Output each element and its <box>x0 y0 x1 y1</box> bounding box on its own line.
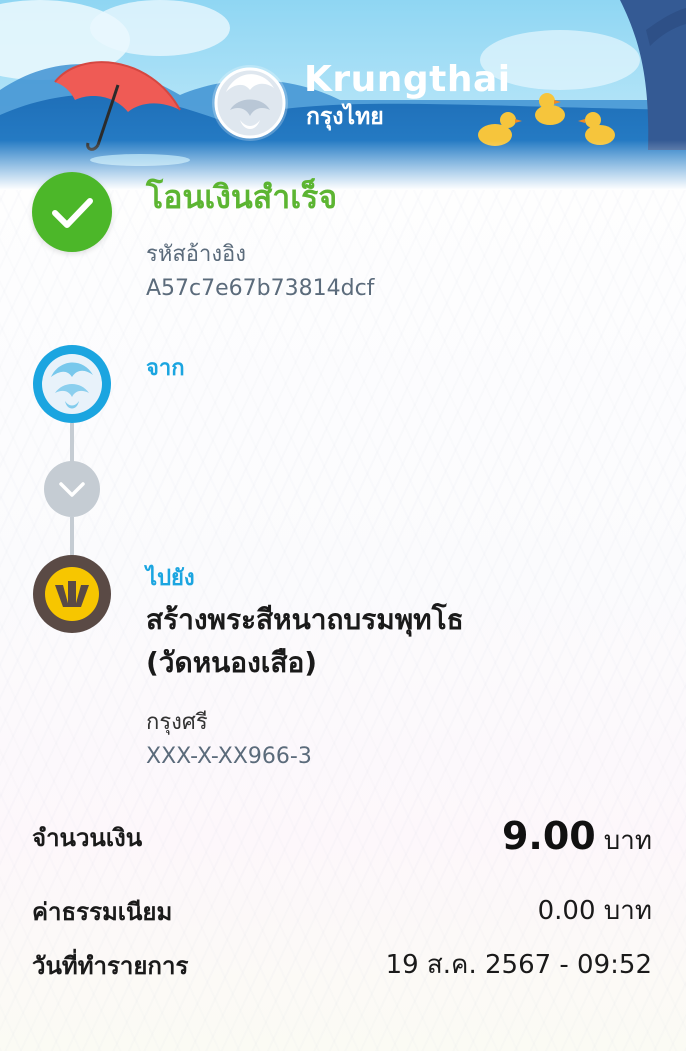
recipient-name-line1: สร้างพระสีหนาถบรมพุทโธ <box>146 603 464 636</box>
date-value: 19 ส.ค. 2567 - 09:52 <box>385 950 652 980</box>
amount-label: จำนวนเงิน <box>32 824 143 852</box>
amount-unit: บาท <box>603 826 652 856</box>
chevron-down-icon <box>59 482 85 497</box>
connector-line-bottom <box>70 517 74 557</box>
date-label: วันที่ทำรายการ <box>32 952 189 980</box>
success-check-icon <box>32 172 112 252</box>
recipient-name-line2: (วัดหนองเสือ) <box>146 646 318 680</box>
header-banner: Krungthai กรุงไทย <box>0 0 686 190</box>
from-label: จาก <box>146 356 185 381</box>
connector-line-top <box>70 423 74 463</box>
check-icon <box>52 198 93 228</box>
fee-value: 0.00 บาท <box>537 896 652 926</box>
to-label: ไปยัง <box>146 566 195 591</box>
krungsri-bank-icon <box>33 555 111 633</box>
reference-label: รหัสอ้างอิง <box>146 242 247 267</box>
amount-value-row: 9.00 บาท <box>502 814 652 861</box>
garuda-icon <box>212 65 288 141</box>
recipient-name: สร้างพระสีหนาถบรมพุทโธ (วัดหนองเสือ) <box>146 598 646 685</box>
recipient-bank: กรุงศรี <box>146 710 208 735</box>
brand-name-thai: กรุงไทย <box>306 104 384 130</box>
fee-label: ค่าธรรมเนียม <box>32 898 173 926</box>
krungthai-bank-icon <box>33 345 111 423</box>
status-title: โอนเงินสำเร็จ <box>146 178 338 216</box>
recipient-account: XXX-X-XX966-3 <box>146 744 312 769</box>
reference-value: A57c7e67b73814dcf <box>146 276 375 301</box>
direction-indicator <box>44 461 100 517</box>
brand-name: Krungthai <box>304 59 511 100</box>
amount-value: 9.00 <box>501 814 596 858</box>
